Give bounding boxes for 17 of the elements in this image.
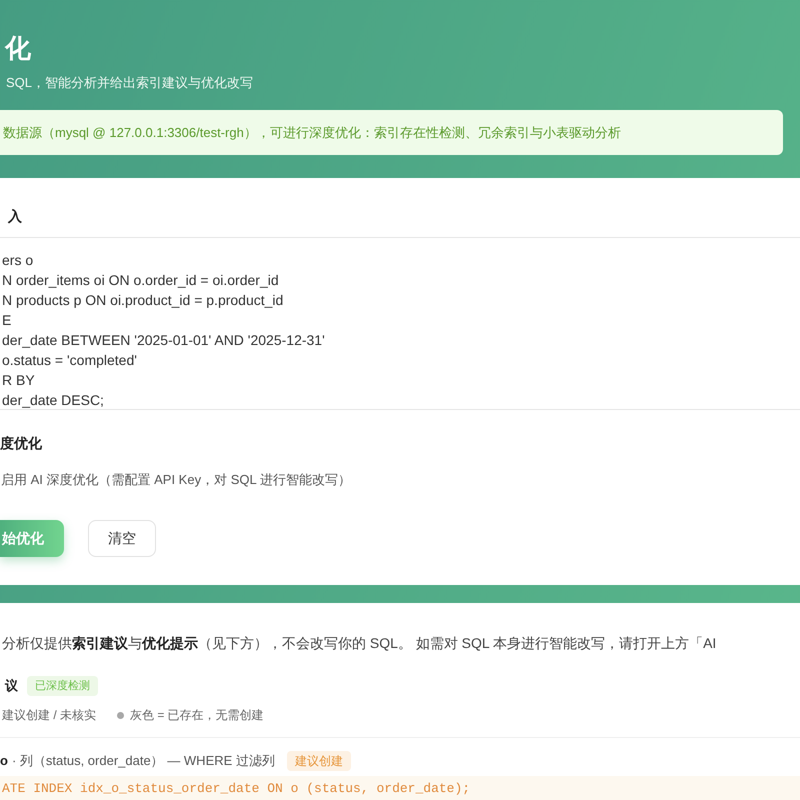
index-columns-label: · 列（status, order_date） — WHERE 过滤列 — [12, 752, 275, 770]
legend-label: 灰色 = 已存在，无需创建 — [130, 707, 264, 724]
section-label: 入 — [8, 208, 22, 224]
datasource-notice: 数据源（mysql @ 127.0.0.1:3306/test-rgh），可进行深度优化：索引存在性检测、冗余索引与小表驱动分析 — [0, 110, 783, 155]
analysis-note: 分析仅提供索引建议与优化提示（见下方），不会改写你的 SQL。 如需对 SQL 本身进行智能改写，请打开上方「AI — [1, 634, 718, 653]
sql-input-field[interactable]: ers o N order_items oi ON o.order_id = oi.order_id N products p ON oi.product_id = p.product_id E der_date BETWEEN '2025-01-01' AND '2025-12-31' o.status = 'completed' R BY der_date DESC; — [0, 238, 800, 410]
create-index-code: ATE INDEX idx_o_status_order_date ON o (status, order_date); — [0, 776, 800, 800]
status-badge: 建议创建 — [286, 751, 351, 771]
clear-button[interactable]: 清空 — [88, 520, 156, 556]
section-label: 度优化 — [0, 434, 42, 452]
page-title: 化 — [4, 33, 31, 63]
ai-option-label[interactable]: 启用 AI 深度优化（需配置 API Key，对 SQL 进行智能改写） — [0, 470, 351, 490]
section-title: 议 — [4, 677, 18, 696]
page-subtitle: SQL，智能分析并给出索引建议与优化改写 — [5, 74, 254, 92]
legend-label: 建议创建 / 未核实 — [2, 707, 96, 724]
table-name: o — [0, 752, 8, 770]
deep-checked-badge: 已深度检测 — [27, 676, 98, 696]
